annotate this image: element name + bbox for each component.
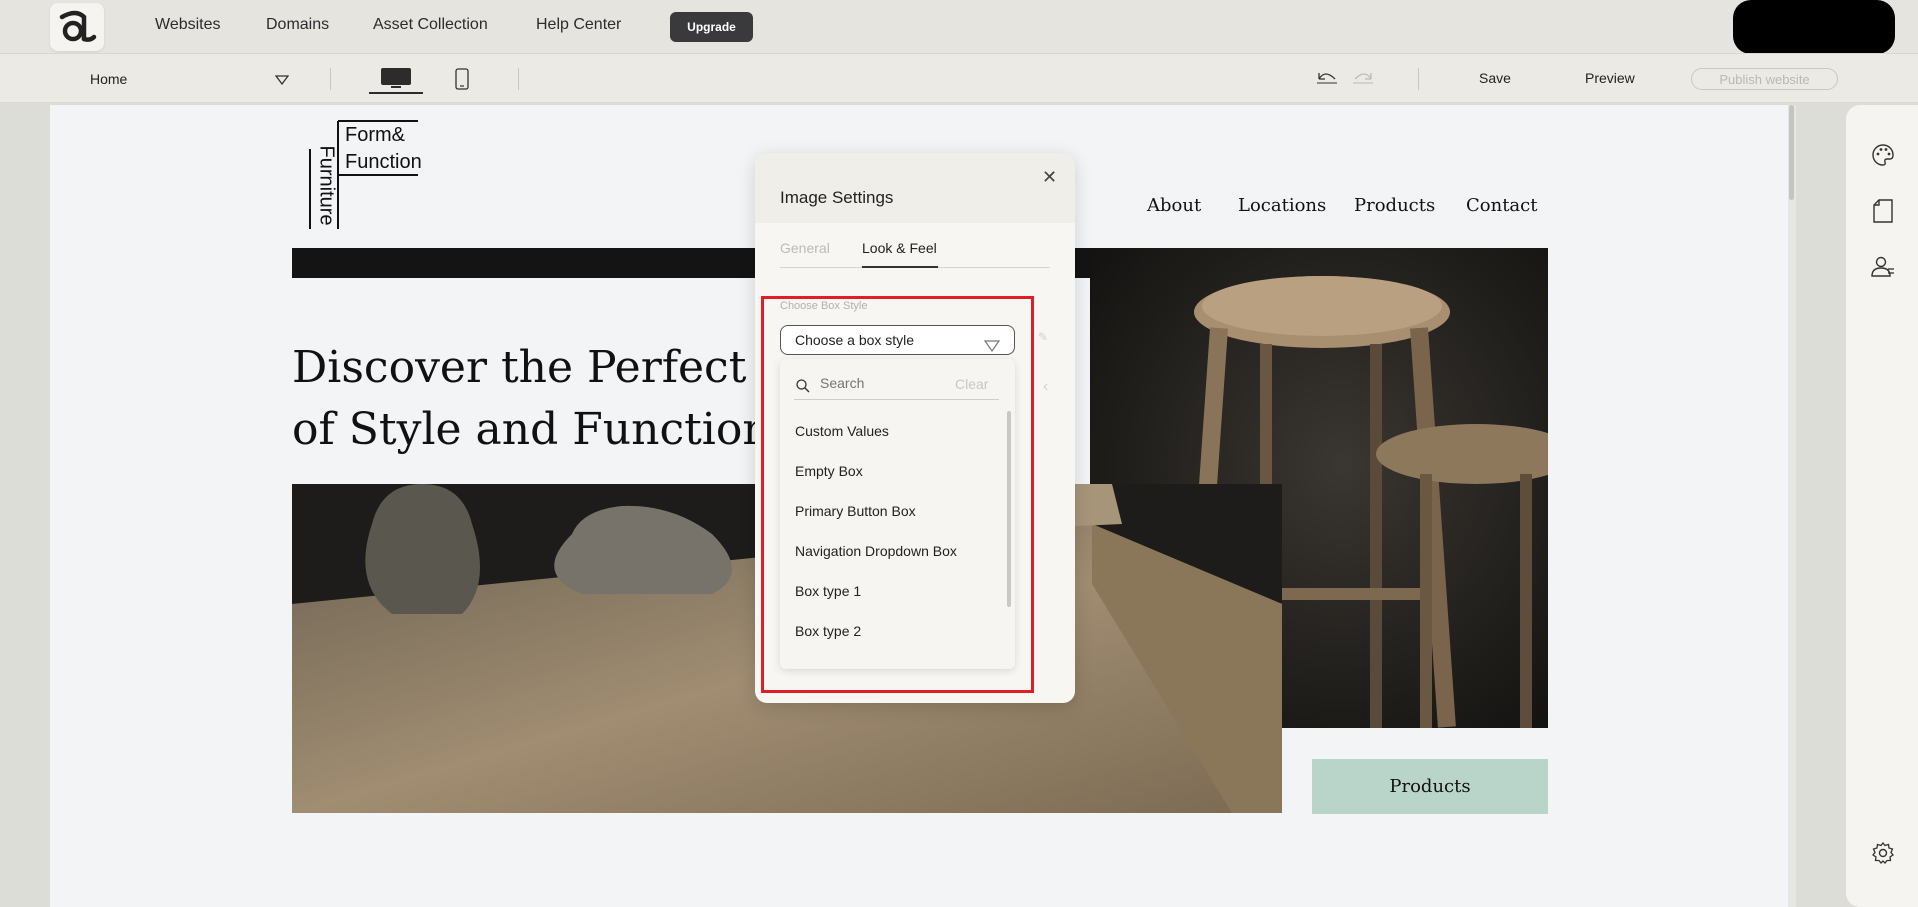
chevron-left-icon: ‹: [1043, 378, 1049, 395]
undo-icon[interactable]: [1315, 69, 1339, 90]
image-settings-panel: Image Settings ✕ General Look & Feel Cho…: [755, 153, 1075, 703]
users-icon[interactable]: [1870, 254, 1896, 280]
site-nav-products[interactable]: Products: [1354, 195, 1435, 216]
products-button[interactable]: Products: [1312, 759, 1548, 814]
option-custom-values[interactable]: Custom Values: [795, 423, 889, 439]
editor-toolbar: Home Save Preview Publish website: [0, 53, 1918, 103]
toolbar-divider: [330, 68, 331, 90]
site-canvas: Form& Function Furniture About Locations…: [50, 105, 1788, 907]
gear-icon[interactable]: [1870, 840, 1896, 866]
active-tab-indicator: [862, 266, 938, 268]
palette-icon[interactable]: [1870, 142, 1896, 168]
dropdown-search-input[interactable]: [820, 375, 940, 391]
mobile-icon: [455, 68, 469, 90]
site-logo[interactable]: Form& Function Furniture: [308, 119, 422, 231]
account-avatar[interactable]: [1733, 0, 1895, 54]
preview-button[interactable]: Preview: [1585, 70, 1635, 86]
nav-help-center[interactable]: Help Center: [536, 16, 621, 34]
right-sidebar: [1846, 105, 1918, 907]
panel-title: Image Settings: [780, 188, 894, 207]
top-bar: Websites Domains Asset Collection Help C…: [0, 0, 1918, 54]
edit-icon: ✎: [1038, 330, 1049, 344]
option-navigation-dropdown-box[interactable]: Navigation Dropdown Box: [795, 543, 957, 559]
upgrade-button[interactable]: Upgrade: [670, 12, 753, 42]
toolbar-divider: [1418, 68, 1419, 90]
site-nav-contact[interactable]: Contact: [1466, 195, 1537, 216]
headline-line-2: of Style and Function: [292, 404, 771, 455]
tab-general[interactable]: General: [780, 240, 830, 256]
option-primary-button-box[interactable]: Primary Button Box: [795, 503, 916, 519]
logo-vertical-text: Furniture: [315, 145, 338, 226]
canvas-scrollbar-track[interactable]: [1788, 105, 1796, 907]
canvas-scrollbar-thumb[interactable]: [1789, 105, 1794, 200]
chevron-down-icon: [983, 333, 1001, 361]
save-button[interactable]: Save: [1479, 70, 1511, 86]
box-style-select-value: Choose a box style: [795, 332, 915, 348]
mobile-view-button[interactable]: [450, 64, 474, 94]
search-divider: [794, 399, 999, 400]
box-style-dropdown: Clear Custom Values Empty Box Primary Bu…: [780, 359, 1015, 669]
chevron-down-icon[interactable]: [274, 72, 290, 90]
option-box-type-1[interactable]: Box type 1: [795, 583, 861, 599]
tab-look-and-feel[interactable]: Look & Feel: [862, 240, 937, 256]
site-nav-locations[interactable]: Locations: [1238, 195, 1326, 216]
page-icon[interactable]: [1870, 198, 1896, 224]
publish-website-button[interactable]: Publish website: [1691, 68, 1838, 90]
box-style-select[interactable]: Choose a box style: [780, 325, 1015, 355]
desktop-icon: [381, 68, 411, 88]
box-style-label: Choose Box Style: [780, 300, 868, 312]
close-icon[interactable]: ✕: [1042, 167, 1057, 188]
dropdown-scrollbar[interactable]: [1007, 411, 1011, 607]
site-nav-about[interactable]: About: [1147, 195, 1201, 216]
nav-websites[interactable]: Websites: [155, 16, 221, 34]
option-empty-box[interactable]: Empty Box: [795, 463, 863, 479]
search-icon: [796, 379, 810, 398]
dropdown-clear-button[interactable]: Clear: [955, 376, 988, 392]
logo-line-1: Form&: [345, 124, 405, 146]
app-logo[interactable]: [50, 3, 104, 51]
nav-asset-collection[interactable]: Asset Collection: [373, 16, 488, 34]
redo-icon[interactable]: [1351, 69, 1375, 90]
logo-line-2: Function: [345, 151, 422, 173]
toolbar-divider: [518, 68, 519, 90]
nav-domains[interactable]: Domains: [266, 16, 329, 34]
headline-line-1: Discover the Perfect B: [292, 342, 793, 393]
page-selector-value[interactable]: Home: [90, 71, 127, 87]
option-box-type-2[interactable]: Box type 2: [795, 623, 861, 639]
app-logo-icon: [59, 10, 97, 42]
desktop-view-button[interactable]: [369, 64, 423, 94]
hero-headline[interactable]: Discover the Perfect B of Style and Func…: [292, 337, 793, 461]
